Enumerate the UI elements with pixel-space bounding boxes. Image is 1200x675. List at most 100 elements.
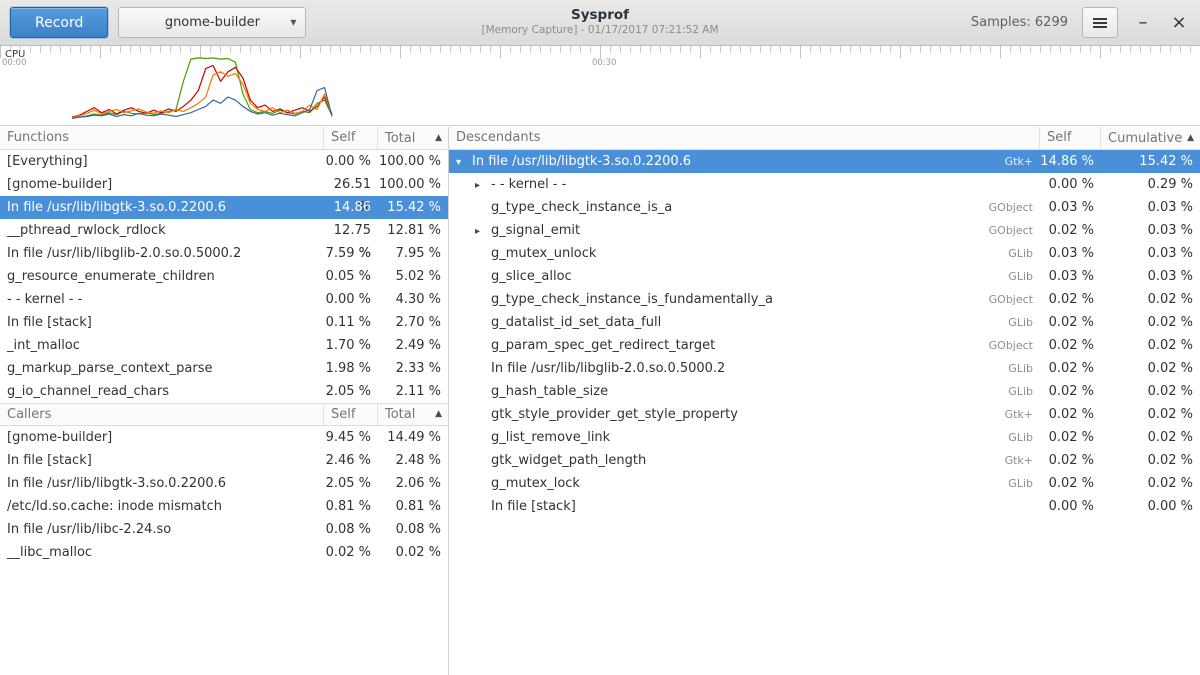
cell-descendant-name: ▸g_signal_emit [449,219,976,242]
cell-total-percent: 100.00 % [378,150,448,173]
cell-total-percent: 15.42 % [378,196,448,219]
expander-icon[interactable]: ▸ [475,174,491,196]
cell-self-percent: 9.45 % [324,426,378,449]
tree-row[interactable]: g_list_remove_link GLib 0.02 % 0.02 % [449,426,1200,449]
tree-row[interactable]: g_param_spec_get_redirect_target GObject… [449,334,1200,357]
tree-row[interactable]: g_type_check_instance_is_fundamentally_a… [449,288,1200,311]
cell-self-percent: 14.86 % [324,196,378,219]
cell-cumulative-percent: 0.02 % [1101,357,1200,380]
menu-button[interactable] [1082,7,1118,38]
table-row[interactable]: In file /usr/lib/libgtk-3.so.0.2200.6 14… [0,196,448,219]
callers-self-column-header[interactable]: Self [324,404,378,425]
descendant-label: g_datalist_id_set_data_full [491,315,661,330]
expander-icon[interactable]: ▸ [475,220,491,242]
cell-self-percent: 1.98 % [324,357,378,380]
table-row[interactable]: /etc/ld.so.cache: inode mismatch 0.81 % … [0,495,448,518]
functions-self-column-header[interactable]: Self [324,127,378,149]
cell-function-name: In file [stack] [0,449,324,472]
cell-descendant-name: gtk_widget_path_length [449,449,976,472]
cell-cumulative-percent: 0.00 % [1101,495,1200,518]
sort-indicator-icon: ▲ [1187,128,1194,149]
cell-function-name: _int_malloc [0,334,324,357]
record-button[interactable]: Record [10,7,108,38]
table-row[interactable]: In file /usr/lib/libglib-2.0.so.0.5000.2… [0,242,448,265]
tree-row[interactable]: g_mutex_unlock GLib 0.03 % 0.03 % [449,242,1200,265]
table-row[interactable]: __libc_malloc 0.02 % 0.02 % [0,541,448,564]
callers-total-column-header[interactable]: Total ▲ [378,404,448,425]
cell-self-percent: 0.05 % [324,265,378,288]
table-row[interactable]: [gnome-builder] 9.45 % 14.49 % [0,426,448,449]
table-row[interactable]: In file /usr/lib/libc-2.24.so 0.08 % 0.0… [0,518,448,541]
table-row[interactable]: In file /usr/lib/libgtk-3.so.0.2200.6 2.… [0,472,448,495]
cell-total-percent: 2.49 % [378,334,448,357]
descendants-column-header[interactable]: Descendants [449,127,1040,149]
cell-library-category: Gtk+ [976,449,1040,472]
close-button[interactable]: × [1168,8,1190,38]
tree-row[interactable]: ▸- - kernel - - 0.00 % 0.29 % [449,173,1200,196]
cell-function-name: [gnome-builder] [0,426,324,449]
table-row[interactable]: [gnome-builder] 26.51 % 100.00 % [0,173,448,196]
cell-library-category: GLib [976,380,1040,403]
cell-descendant-name: In file /usr/lib/libglib-2.0.so.0.5000.2 [449,357,976,380]
cell-self-percent: 2.05 % [324,380,378,403]
tree-row[interactable]: ▾In file /usr/lib/libgtk-3.so.0.2200.6 G… [449,150,1200,173]
tree-row[interactable]: g_type_check_instance_is_a GObject 0.03 … [449,196,1200,219]
tree-row[interactable]: g_hash_table_size GLib 0.02 % 0.02 % [449,380,1200,403]
cell-total-percent: 12.81 % [378,219,448,242]
cell-cumulative-percent: 0.02 % [1101,472,1200,495]
cell-library-category: GLib [976,311,1040,334]
expander-icon[interactable]: ▾ [456,151,472,173]
cell-self-percent: 0.00 % [1040,173,1101,196]
table-row[interactable]: In file [stack] 0.11 % 2.70 % [0,311,448,334]
process-selector-dropdown[interactable]: gnome-builder ▾ [118,7,306,38]
tree-row[interactable]: In file /usr/lib/libglib-2.0.so.0.5000.2… [449,357,1200,380]
table-row[interactable]: g_io_channel_read_chars 2.05 % 2.11 % [0,380,448,403]
table-row[interactable]: [Everything] 0.00 % 100.00 % [0,150,448,173]
tree-row[interactable]: gtk_style_provider_get_style_property Gt… [449,403,1200,426]
descendant-label: g_type_check_instance_is_a [491,200,672,215]
cell-total-percent: 2.11 % [378,380,448,403]
table-row[interactable]: - - kernel - - 0.00 % 4.30 % [0,288,448,311]
cell-total-percent: 0.08 % [378,518,448,541]
cell-cumulative-percent: 0.03 % [1101,219,1200,242]
cell-total-percent: 0.81 % [378,495,448,518]
callers-column-header[interactable]: Callers [0,404,324,425]
cell-self-percent: 1.70 % [324,334,378,357]
functions-total-label: Total [385,128,415,149]
cell-descendant-name: gtk_style_provider_get_style_property [449,403,976,426]
cpu-graph[interactable]: CPU 00:00 00:30 [0,46,1200,126]
cell-library-category: GObject [976,334,1040,357]
cell-descendant-name: g_hash_table_size [449,380,976,403]
table-row[interactable]: g_resource_enumerate_children 0.05 % 5.0… [0,265,448,288]
cell-function-name: In file /usr/lib/libc-2.24.so [0,518,324,541]
cell-descendant-name: g_param_spec_get_redirect_target [449,334,976,357]
table-row[interactable]: In file [stack] 2.46 % 2.48 % [0,449,448,472]
table-row[interactable]: __pthread_rwlock_rdlock 12.75 % 12.81 % [0,219,448,242]
descendants-cumulative-column-header[interactable]: Cumulative ▲ [1101,127,1200,149]
cell-cumulative-percent: 0.02 % [1101,449,1200,472]
table-row[interactable]: g_markup_parse_context_parse 1.98 % 2.33… [0,357,448,380]
samples-count: Samples: 6299 [971,15,1068,30]
tree-row[interactable]: gtk_widget_path_length Gtk+ 0.02 % 0.02 … [449,449,1200,472]
tree-row[interactable]: g_mutex_lock GLib 0.02 % 0.02 % [449,472,1200,495]
callers-table-header: Callers Self Total ▲ [0,403,448,426]
minimize-button[interactable]: – [1132,8,1154,38]
tree-row[interactable]: In file [stack] 0.00 % 0.00 % [449,495,1200,518]
cell-cumulative-percent: 0.02 % [1101,334,1200,357]
functions-column-header[interactable]: Functions [0,127,324,149]
headerbar: Record gnome-builder ▾ Sysprof [Memory C… [0,0,1200,46]
descendants-self-column-header[interactable]: Self [1040,127,1101,149]
cell-descendant-name: ▾In file /usr/lib/libgtk-3.so.0.2200.6 [449,150,976,173]
callers-total-label: Total [385,404,415,425]
cell-self-percent: 0.03 % [1040,242,1101,265]
functions-total-column-header[interactable]: Total ▲ [378,127,448,149]
cell-descendant-name: g_type_check_instance_is_a [449,196,976,219]
tree-row[interactable]: g_slice_alloc GLib 0.03 % 0.03 % [449,265,1200,288]
cell-self-percent: 0.02 % [1040,449,1101,472]
tree-row[interactable]: g_datalist_id_set_data_full GLib 0.02 % … [449,311,1200,334]
cell-self-percent: 0.03 % [1040,196,1101,219]
process-selector-label: gnome-builder [165,15,260,30]
table-row[interactable]: _int_malloc 1.70 % 2.49 % [0,334,448,357]
tree-row[interactable]: ▸g_signal_emit GObject 0.02 % 0.03 % [449,219,1200,242]
cell-cumulative-percent: 0.02 % [1101,288,1200,311]
